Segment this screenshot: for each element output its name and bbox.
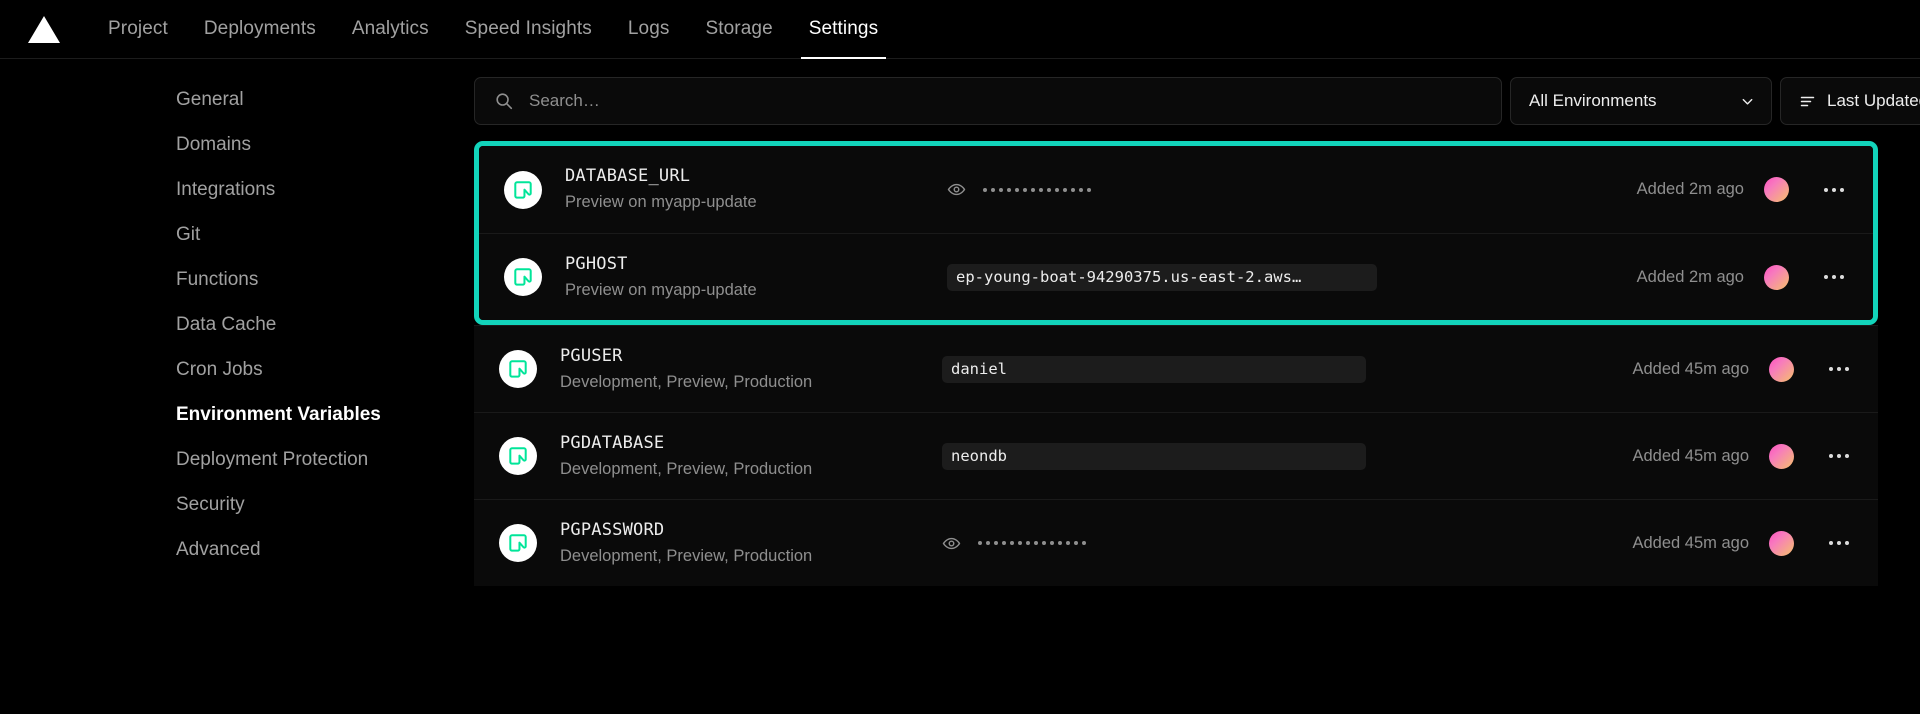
env-var-environments: Preview on myapp-update <box>565 280 757 299</box>
sort-filter-content: Last Updated <box>1799 91 1920 111</box>
list-toolbar: Search… All Environments Last Updated <box>474 77 1920 125</box>
env-var-meta: Added 2m ago <box>1637 177 1873 203</box>
sidebar-item-functions[interactable]: Functions <box>0 257 470 302</box>
env-var-row[interactable]: PGUSER Development, Preview, Production da… <box>474 325 1878 412</box>
top-nav-items: Project Deployments Analytics Speed Insight… <box>90 0 896 59</box>
environment-filter-dropdown[interactable]: All Environments <box>1510 77 1772 125</box>
env-var-key: DATABASE_URL <box>565 166 691 187</box>
top-navigation-bar: Project Deployments Analytics Speed Insight… <box>0 0 1920 59</box>
env-var-identity: PGUSER Development, Preview, Production <box>560 345 920 393</box>
row-more-options-button[interactable] <box>1822 530 1856 556</box>
nav-tab-analytics[interactable]: Analytics <box>334 0 447 59</box>
avatar[interactable] <box>1764 264 1789 290</box>
added-timestamp: Added 2m ago <box>1636 180 1744 198</box>
added-timestamp: Added 45m ago <box>1632 359 1749 378</box>
sidebar-item-advanced[interactable]: Advanced <box>0 527 470 572</box>
search-icon <box>495 92 513 110</box>
env-var-meta: Added 2m ago <box>1637 264 1873 290</box>
avatar[interactable] <box>1769 356 1794 382</box>
env-var-value[interactable]: daniel <box>942 355 1366 383</box>
env-var-row[interactable]: PGDATABASE Development, Preview, Producti… <box>474 412 1878 499</box>
env-var-value[interactable]: ep-young-boat-94290375.us-east-2.aws… <box>947 263 1377 291</box>
env-var-key: PGPASSWORD <box>560 519 665 540</box>
row-more-options-button[interactable] <box>1817 264 1851 290</box>
env-var-value-cell: neondb <box>942 442 1412 470</box>
chevron-down-icon <box>1740 94 1755 109</box>
neon-logo-icon <box>499 350 537 388</box>
env-var-environments: Preview on myapp-update <box>565 193 757 212</box>
nav-tab-storage[interactable]: Storage <box>687 0 790 59</box>
nav-tab-speed-insights[interactable]: Speed Insights <box>447 0 610 59</box>
environment-variables-list: DATABASE_URL Preview on myapp-update Added… <box>474 141 1878 586</box>
added-timestamp: Added 2m ago <box>1636 267 1744 286</box>
avatar[interactable] <box>1769 443 1794 469</box>
hidden-value-dots <box>978 541 1086 545</box>
vercel-triangle-logo[interactable] <box>28 15 60 43</box>
search-placeholder: Search… <box>529 91 600 110</box>
sort-filter-label: Last Updated <box>1827 91 1920 110</box>
environment-filter-label: All Environments <box>1529 91 1657 110</box>
neon-logo-icon <box>499 524 537 562</box>
env-var-identity: DATABASE_URL Preview on myapp-update <box>565 165 925 213</box>
env-var-identity: PGDATABASE Development, Preview, Producti… <box>560 432 920 480</box>
env-var-key: PGDATABASE <box>560 432 665 453</box>
hidden-value-dots <box>983 187 1091 192</box>
sort-filter-dropdown[interactable]: Last Updated <box>1780 77 1920 125</box>
sidebar-item-integrations[interactable]: Integrations <box>0 167 470 212</box>
nav-tab-deployments[interactable]: Deployments <box>186 0 334 59</box>
added-timestamp: Added 45m ago <box>1632 446 1749 465</box>
eye-icon[interactable] <box>947 180 966 199</box>
sidebar-item-data-cache[interactable]: Data Cache <box>0 302 470 347</box>
env-var-meta: Added 45m ago <box>1632 356 1878 382</box>
env-var-value[interactable]: neondb <box>942 442 1366 470</box>
sort-icon <box>1799 93 1816 110</box>
row-more-options-button[interactable] <box>1817 177 1851 203</box>
sidebar-item-general[interactable]: General <box>0 77 470 122</box>
env-var-row[interactable]: DATABASE_URL Preview on myapp-update Added… <box>479 146 1873 233</box>
nav-tab-project[interactable]: Project <box>90 0 186 59</box>
sidebar-item-domains[interactable]: Domains <box>0 122 470 167</box>
env-var-key: PGUSER <box>560 345 623 366</box>
env-var-environments: Development, Preview, Production <box>560 372 813 391</box>
sidebar-item-cron-jobs[interactable]: Cron Jobs <box>0 347 470 392</box>
search-input[interactable]: Search… <box>474 77 1502 125</box>
settings-sidebar: General Domains Integrations Git Functions Da… <box>0 59 470 714</box>
env-var-meta: Added 45m ago <box>1632 530 1878 556</box>
env-var-row[interactable]: PGPASSWORD Development, Preview, Producti… <box>474 499 1878 586</box>
sidebar-item-security[interactable]: Security <box>0 482 470 527</box>
sidebar-item-git[interactable]: Git <box>0 212 470 257</box>
env-var-row[interactable]: PGHOST Preview on myapp-update ep-young-bo… <box>479 233 1873 320</box>
sidebar-item-deployment-protection[interactable]: Deployment Protection <box>0 437 470 482</box>
highlighted-rows-group: DATABASE_URL Preview on myapp-update Added… <box>474 141 1878 325</box>
env-var-environments: Development, Preview, Production <box>560 459 813 478</box>
neon-logo-icon <box>499 437 537 475</box>
neon-logo-icon <box>504 258 542 296</box>
env-var-value-cell: daniel <box>942 355 1412 383</box>
neon-logo-icon <box>504 170 542 209</box>
remaining-rows-group: PGUSER Development, Preview, Production da… <box>474 325 1878 586</box>
env-var-value-cell <box>942 534 1412 553</box>
added-timestamp: Added 45m ago <box>1632 533 1749 552</box>
avatar[interactable] <box>1764 177 1789 202</box>
env-var-value-cell: ep-young-boat-94290375.us-east-2.aws… <box>947 263 1417 291</box>
nav-tab-logs[interactable]: Logs <box>610 0 688 59</box>
main-content: Search… All Environments Last Updated DA… <box>470 59 1920 714</box>
avatar[interactable] <box>1769 530 1794 556</box>
env-var-environments: Development, Preview, Production <box>560 546 813 565</box>
env-var-key: PGHOST <box>565 253 628 274</box>
row-more-options-button[interactable] <box>1822 443 1856 469</box>
env-var-meta: Added 45m ago <box>1632 443 1878 469</box>
env-var-identity: PGPASSWORD Development, Preview, Producti… <box>560 519 920 567</box>
nav-tab-settings[interactable]: Settings <box>791 0 896 59</box>
eye-icon[interactable] <box>942 534 961 553</box>
env-var-identity: PGHOST Preview on myapp-update <box>565 253 925 301</box>
env-var-value-cell <box>947 180 1417 199</box>
sidebar-item-environment-variables[interactable]: Environment Variables <box>0 392 470 437</box>
row-more-options-button[interactable] <box>1822 356 1856 382</box>
